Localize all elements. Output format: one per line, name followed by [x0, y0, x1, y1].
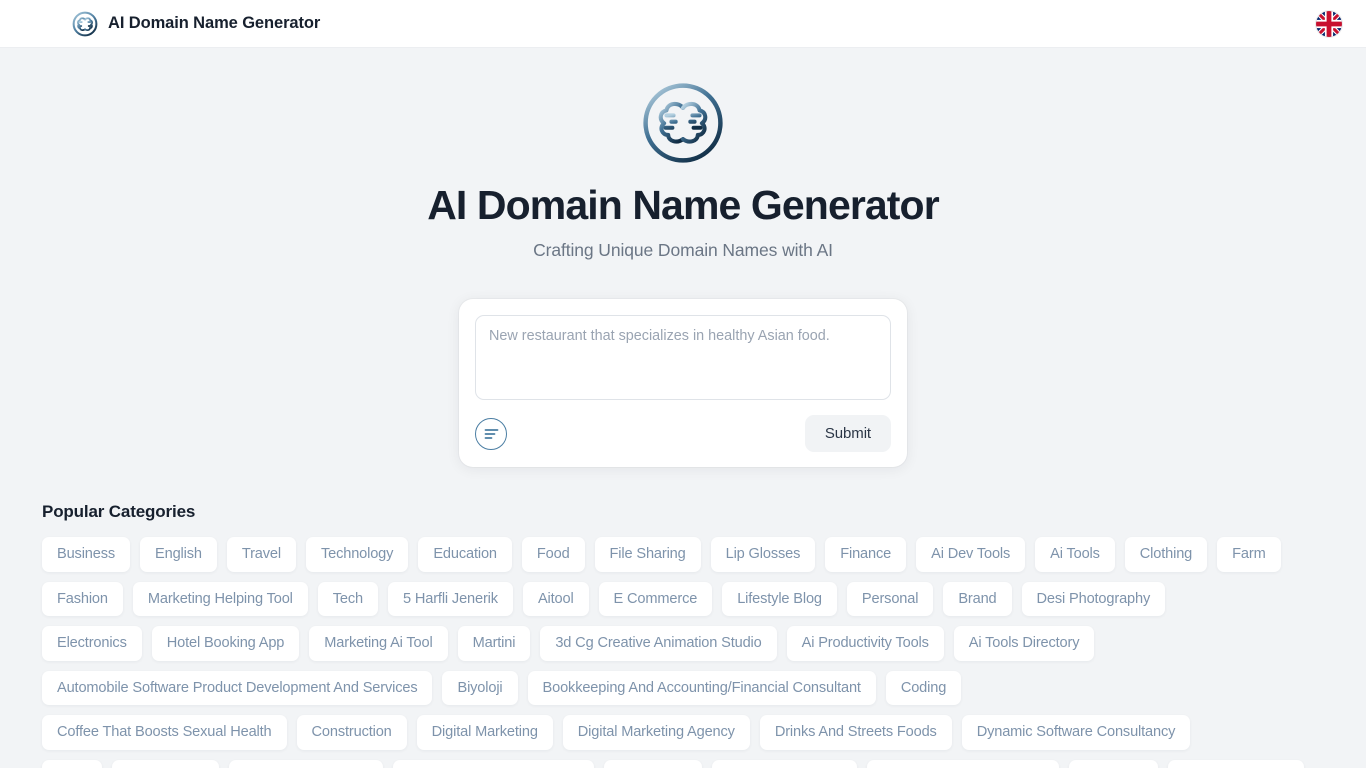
category-tag-rows: Business English Travel Technology Education… [42, 537, 1324, 768]
popular-categories-section: Popular Categories Business English Travel… [0, 502, 1366, 768]
category-tag[interactable]: E Commerce [599, 582, 713, 617]
category-tag[interactable]: Biyoloji [442, 671, 517, 706]
category-tag[interactable]: Lifestyle Blog [722, 582, 837, 617]
page-title: AI Domain Name Generator [0, 183, 1366, 228]
category-tag[interactable]: Automobile Software Product Development … [42, 671, 432, 706]
category-tag[interactable]: Drinks And Streets Foods [760, 715, 952, 750]
category-tag[interactable]: 5 Harfli Jenerik [388, 582, 513, 617]
category-tag[interactable]: Hotel Booking App [152, 626, 300, 661]
category-tag[interactable]: Ai Tools Directory [954, 626, 1095, 661]
filter-lines-icon-button[interactable] [475, 418, 507, 450]
category-tag[interactable]: Electronics [42, 626, 142, 661]
category-tag[interactable] [867, 760, 1059, 768]
category-tag[interactable]: Marketing Ai Tool [309, 626, 447, 661]
category-tag[interactable]: Personal [847, 582, 933, 617]
categories-heading: Popular Categories [42, 502, 1324, 522]
category-tag[interactable]: Ai Tools [1035, 537, 1115, 572]
category-tag[interactable]: Martini [458, 626, 531, 661]
category-tag-row: Electronics Hotel Booking App Marketing Ai… [42, 626, 1324, 661]
top-navbar: AI Domain Name Generator [0, 0, 1366, 48]
category-tag[interactable]: Aitool [523, 582, 589, 617]
category-tag[interactable]: Dynamic Software Consultancy [962, 715, 1191, 750]
category-tag[interactable] [393, 760, 594, 768]
category-tag[interactable]: Travel [227, 537, 296, 572]
category-tag[interactable] [42, 760, 102, 768]
category-tag[interactable]: Digital Marketing Agency [563, 715, 750, 750]
category-tag[interactable]: Fashion [42, 582, 123, 617]
category-tag[interactable]: Bookkeeping And Accounting/Financial Con… [528, 671, 876, 706]
category-tag-row: Coffee That Boosts Sexual Health Construc… [42, 715, 1324, 750]
category-tag[interactable] [112, 760, 219, 768]
submit-button[interactable]: Submit [805, 415, 891, 452]
category-tag[interactable]: Coding [886, 671, 961, 706]
filter-lines-icon [484, 428, 499, 440]
prompt-card: Submit [459, 299, 907, 467]
brain-circle-logo-icon [641, 81, 725, 165]
category-tag[interactable]: 3d Cg Creative Animation Studio [540, 626, 776, 661]
category-tag[interactable]: English [140, 537, 217, 572]
category-tag[interactable]: Technology [306, 537, 408, 572]
category-tag[interactable] [604, 760, 702, 768]
category-tag[interactable] [1069, 760, 1158, 768]
category-tag[interactable]: Tech [318, 582, 378, 617]
category-tag-row: Fashion Marketing Helping Tool Tech 5 Harfl… [42, 582, 1324, 617]
category-tag[interactable]: Farm [1217, 537, 1280, 572]
category-tag[interactable]: Brand [943, 582, 1011, 617]
brand-title: AI Domain Name Generator [108, 14, 320, 33]
category-tag[interactable] [1168, 760, 1304, 768]
category-tag-row [42, 760, 1324, 768]
category-tag[interactable]: Clothing [1125, 537, 1207, 572]
category-tag[interactable]: File Sharing [595, 537, 701, 572]
category-tag[interactable]: Marketing Helping Tool [133, 582, 308, 617]
category-tag[interactable]: Desi Photography [1022, 582, 1166, 617]
category-tag[interactable]: Business [42, 537, 130, 572]
category-tag[interactable]: Finance [825, 537, 906, 572]
category-tag[interactable]: Digital Marketing [417, 715, 553, 750]
category-tag[interactable]: Lip Glosses [711, 537, 816, 572]
category-tag[interactable]: Coffee That Boosts Sexual Health [42, 715, 287, 750]
page-subtitle: Crafting Unique Domain Names with AI [0, 240, 1366, 261]
category-tag-row: Business English Travel Technology Education… [42, 537, 1324, 572]
prompt-actions: Submit [475, 415, 891, 452]
category-tag-row: Automobile Software Product Development … [42, 671, 1324, 706]
hero-section: AI Domain Name Generator Crafting Unique… [0, 48, 1366, 467]
category-tag[interactable]: Ai Productivity Tools [787, 626, 944, 661]
category-tag[interactable]: Education [418, 537, 512, 572]
category-tag[interactable] [712, 760, 857, 768]
category-tag[interactable]: Construction [297, 715, 407, 750]
category-tag[interactable]: Ai Dev Tools [916, 537, 1025, 572]
brand[interactable]: AI Domain Name Generator [72, 11, 320, 37]
uk-flag-icon[interactable] [1316, 11, 1342, 37]
category-tag[interactable] [229, 760, 383, 768]
brain-circle-logo-icon [72, 11, 98, 37]
prompt-input[interactable] [475, 315, 891, 400]
category-tag[interactable]: Food [522, 537, 585, 572]
